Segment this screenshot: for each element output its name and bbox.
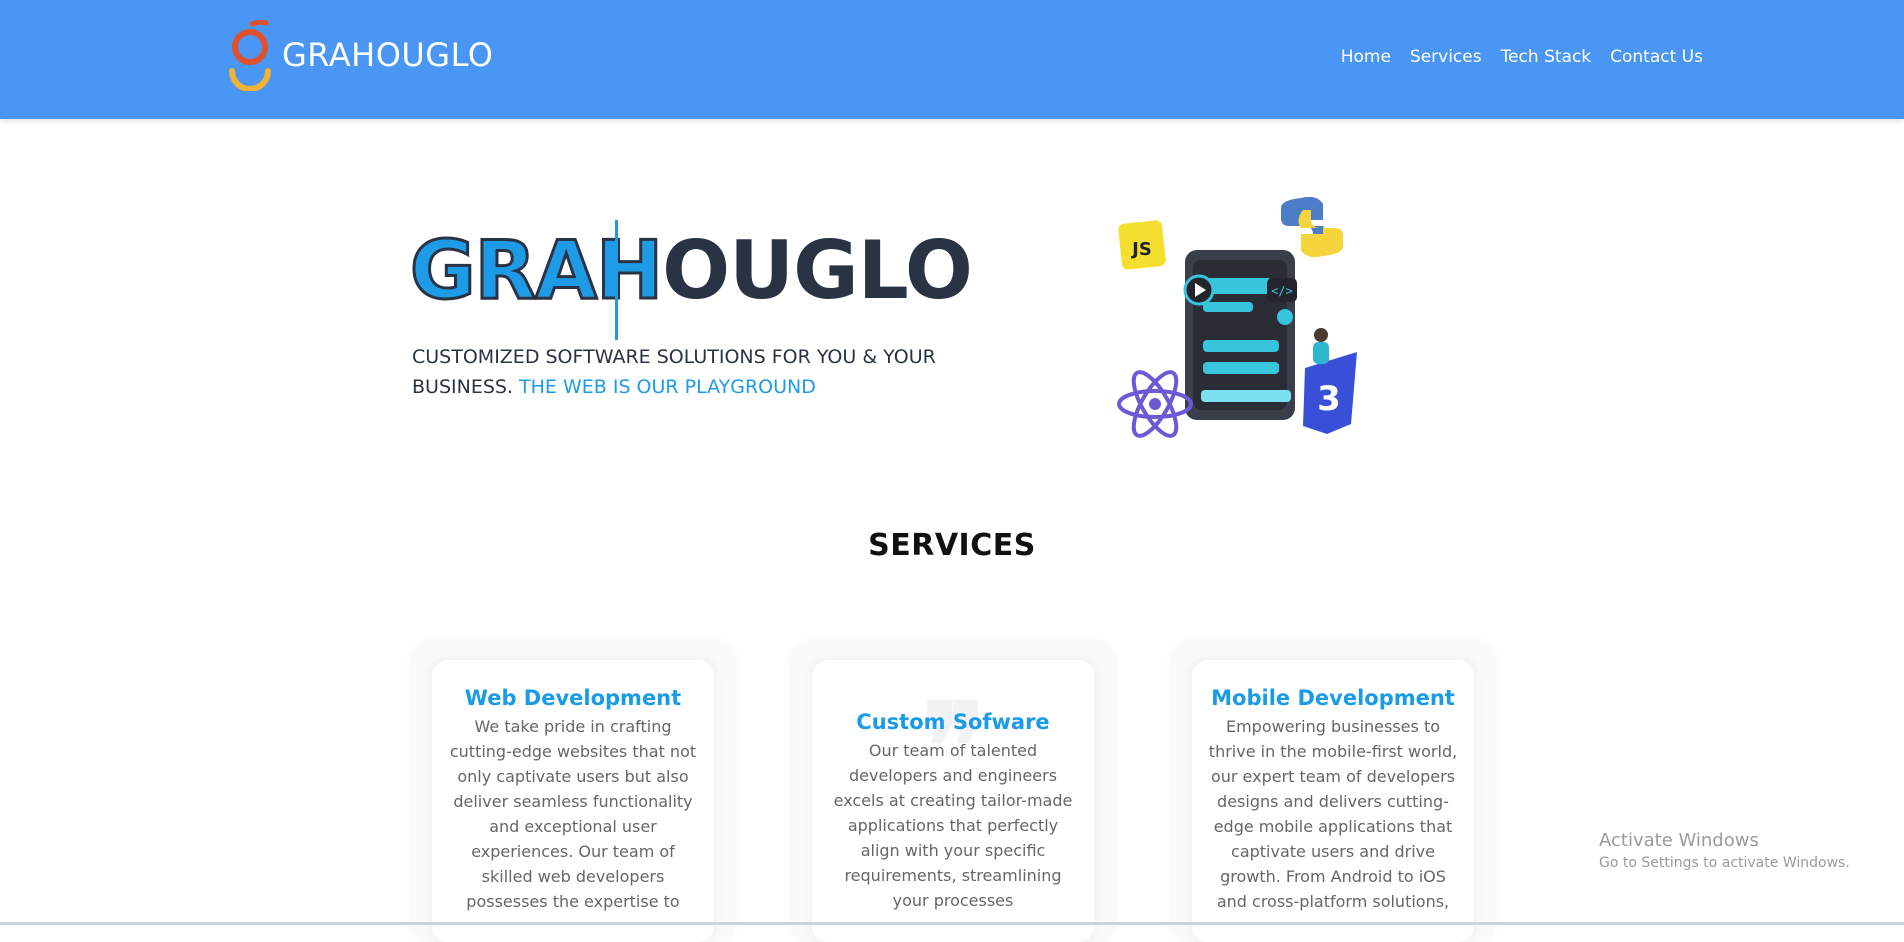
tech-illustration: </> JS 3 [1117, 196, 1357, 438]
card-title: Web Development [464, 686, 682, 710]
service-card-web[interactable]: Web Development We take pride in craftin… [412, 642, 734, 942]
logo-icon [229, 19, 271, 91]
js-badge-text: JS [1130, 239, 1152, 260]
watermark-line1: Activate Windows [1599, 830, 1759, 851]
service-card-mobile[interactable]: Mobile Development Empowering businesses… [1172, 642, 1494, 942]
svg-text:3: 3 [1317, 379, 1341, 419]
nav-contact-us[interactable]: Contact Us [1610, 47, 1703, 67]
hero-subtitle-highlight: THE WEB IS OUR PLAYGROUND [519, 376, 816, 398]
nav-services[interactable]: Services [1410, 47, 1482, 67]
service-card-inner: Web Development We take pride in craftin… [432, 660, 714, 942]
hero-title-part1: GRAH [408, 224, 664, 317]
svg-text:</>: </> [1271, 284, 1293, 298]
hero-title: GRAHOUGLO [408, 229, 972, 312]
card-text: Empowering businesses to thrive in the m… [1208, 717, 1458, 911]
watermark-line2: Go to Settings to activate Windows. [1599, 855, 1850, 871]
card-title: Custom Sofware [856, 710, 1050, 734]
typing-caret [615, 220, 618, 340]
card-text: We take pride in crafting cutting-edge w… [449, 717, 697, 911]
brand-name: GRAHOUGLO [282, 36, 494, 74]
card-title: Mobile Development [1211, 686, 1455, 710]
site-header: GRAHOUGLO Home Services Tech Stack Conta… [0, 0, 1904, 119]
hero-subtitle: CUSTOMIZED SOFTWARE SOLUTIONS FOR YOU & … [412, 342, 972, 402]
nav-home[interactable]: Home [1341, 47, 1391, 67]
brand-logo-link[interactable]: GRAHOUGLO [226, 19, 494, 91]
service-card-inner: Mobile Development Empowering businesses… [1192, 660, 1474, 942]
activate-windows-watermark: Activate Windows Go to Settings to activ… [1599, 830, 1850, 871]
hero-title-part2: OUGLO [662, 224, 973, 317]
services-heading: SERVICES [868, 528, 1036, 563]
service-card-custom-software[interactable]: ❞ Custom Sofware Our team of talented de… [792, 642, 1114, 942]
main-nav: Home Services Tech Stack Contact Us [1341, 47, 1703, 67]
service-card-inner: ❞ Custom Sofware Our team of talented de… [812, 660, 1094, 942]
nav-tech-stack[interactable]: Tech Stack [1501, 47, 1592, 67]
card-text: Our team of talented developers and engi… [833, 741, 1073, 910]
